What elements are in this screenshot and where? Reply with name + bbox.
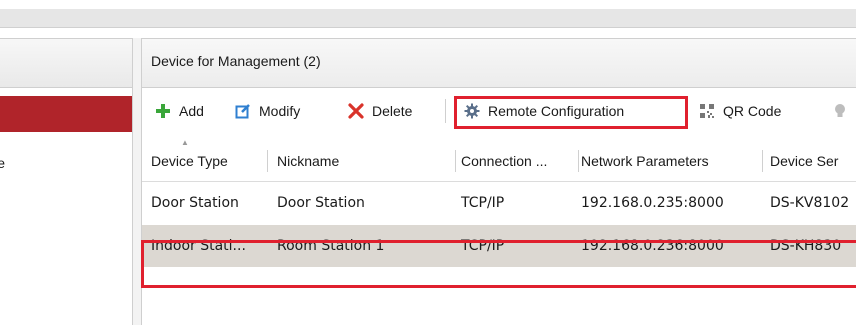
column-nickname-label: Nickname <box>277 153 340 169</box>
delete-button[interactable]: Delete <box>348 93 412 129</box>
cell-network-parameters: 192.168.0.235:8000 <box>581 195 724 211</box>
cell-device-serial: DS-KV8102 <box>770 195 850 211</box>
left-panel-item-label: e <box>0 155 5 171</box>
qr-code-button[interactable]: QR Code <box>699 93 781 129</box>
column-device-type-label: Device Type <box>151 153 228 169</box>
top-strip <box>0 9 856 28</box>
column-separator[interactable] <box>267 150 268 172</box>
more-button[interactable] <box>832 93 856 129</box>
toolbar-separator <box>445 99 446 123</box>
column-separator[interactable] <box>578 150 579 172</box>
edit-icon <box>235 103 251 119</box>
column-connection[interactable]: Connection ... <box>461 138 547 181</box>
column-device-serial[interactable]: Device Ser <box>770 138 838 181</box>
qr-code-label: QR Code <box>723 103 782 119</box>
column-network-parameters[interactable]: Network Parameters <box>581 138 709 181</box>
delete-button-label: Delete <box>372 103 413 119</box>
plus-icon <box>155 103 171 119</box>
column-separator[interactable] <box>455 150 456 172</box>
cell-connection: TCP/IP <box>461 195 505 211</box>
column-separator[interactable] <box>762 150 763 172</box>
add-button-label: Add <box>179 103 204 119</box>
table-row[interactable]: Door Station Door Station TCP/IP 192.168… <box>142 182 856 224</box>
panel-title: Device for Management (2) <box>151 53 321 69</box>
selected-row-highlight <box>141 240 856 288</box>
column-network-parameters-label: Network Parameters <box>581 153 709 169</box>
panel-header: Device for Management (2) <box>142 38 856 88</box>
bulb-icon <box>832 103 848 119</box>
column-device-serial-label: Device Ser <box>770 153 839 169</box>
left-panel-item[interactable]: e <box>0 148 132 178</box>
column-device-type[interactable]: ▲ Device Type <box>151 138 228 181</box>
cell-nickname: Door Station <box>277 195 365 211</box>
x-icon <box>348 103 364 119</box>
column-connection-label: Connection ... <box>461 153 548 169</box>
cell-device-type: Door Station <box>151 195 239 211</box>
panel-divider[interactable] <box>133 38 141 325</box>
sort-ascending-icon: ▲ <box>181 138 189 147</box>
column-nickname[interactable]: Nickname <box>277 138 339 181</box>
remote-configuration-highlight <box>454 96 688 129</box>
left-panel-selected-item[interactable] <box>0 96 132 132</box>
left-panel-header <box>0 38 132 88</box>
qr-code-icon <box>699 103 715 119</box>
modify-button-label: Modify <box>259 103 301 119</box>
modify-button[interactable]: Modify <box>235 93 300 129</box>
table-header: ▲ Device Type Nickname Connection ... Ne… <box>142 138 856 182</box>
add-button[interactable]: Add <box>155 93 204 129</box>
left-panel: e <box>0 38 133 325</box>
